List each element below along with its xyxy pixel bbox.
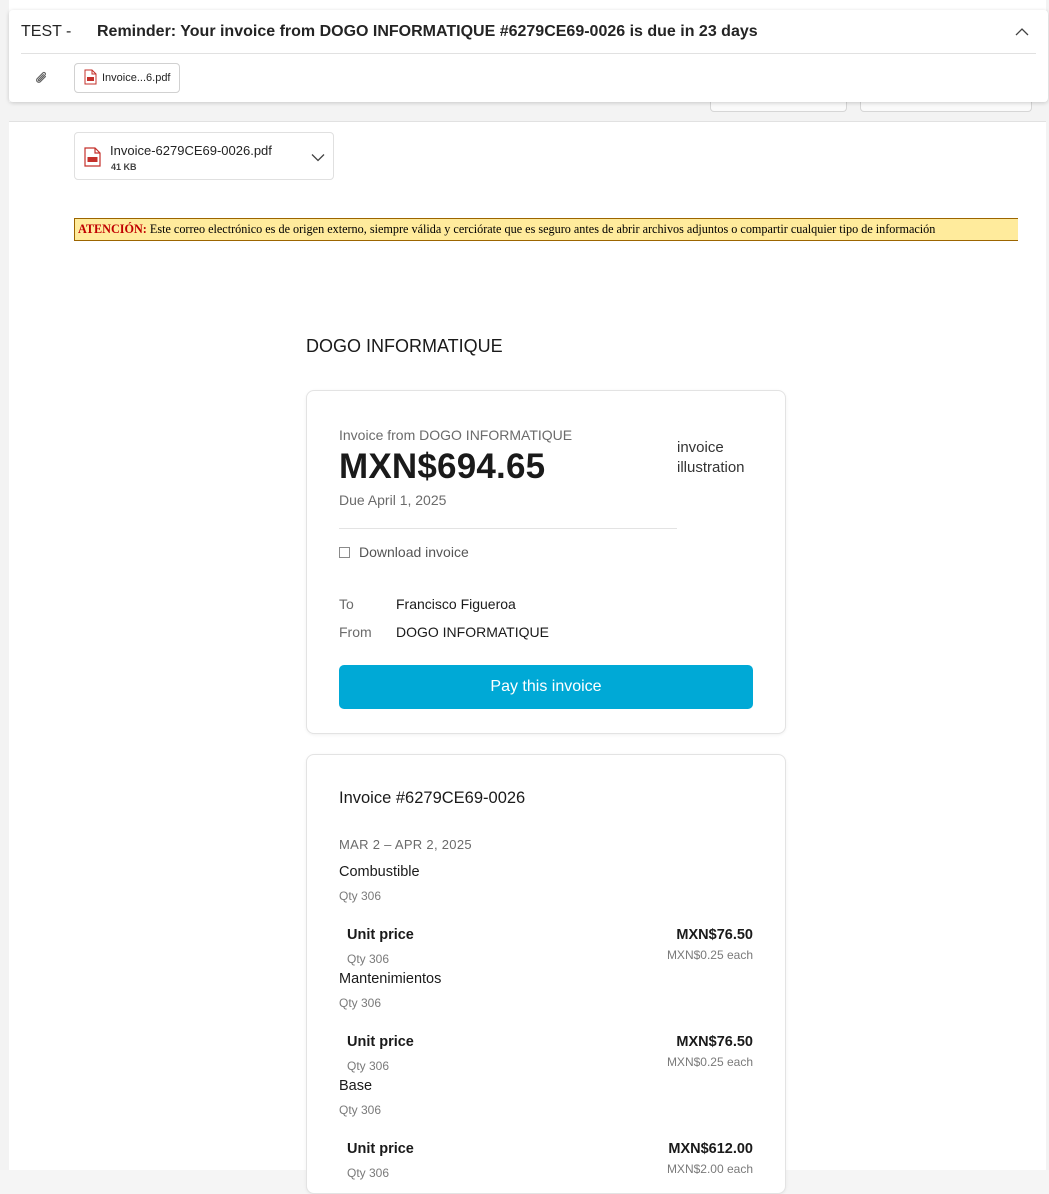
line-item: Combustible Qty 306 (339, 864, 753, 903)
unit-price-each: MXN$2.00 each (666, 1162, 753, 1176)
line-item-name: Combustible (339, 864, 420, 880)
line-item-name: Base (339, 1078, 373, 1094)
paperclip-icon (21, 70, 63, 86)
warning-text: Este correo electrónico es de origen ext… (146, 222, 936, 236)
unit-price-each: MXN$0.25 each (666, 948, 753, 962)
due-date: Due April 1, 2025 (339, 492, 447, 508)
attachment-size: 41 KB (111, 162, 137, 172)
left-rail (0, 0, 9, 1170)
hidden-toolbar-button[interactable] (860, 102, 1032, 112)
warning-label: ATENCIÓN: (78, 222, 147, 236)
email-reading-pane: TEST - Reminder: Your invoice from DOGO … (0, 0, 1049, 1194)
invoice-summary-card: Invoice from DOGO INFORMATIQUE MXN$694.6… (306, 390, 786, 734)
invoice-from-line: Invoice from DOGO INFORMATIQUE (339, 427, 573, 443)
line-item-amount: MXN$76.50 (676, 1034, 753, 1050)
invoice-number: Invoice #6279CE69-0026 (339, 789, 526, 807)
external-email-warning: ATENCIÓN: Este correo electrónico es de … (74, 218, 1018, 241)
line-item-amount: MXN$612.00 (668, 1141, 753, 1157)
line-item-amount: MXN$76.50 (676, 927, 753, 943)
attachment-filename: Invoice-6279CE69-0026.pdf (110, 143, 272, 158)
subject-row: TEST - Reminder: Your invoice from DOGO … (21, 10, 1036, 54)
attachment-chip[interactable]: Invoice...6.pdf (74, 63, 180, 93)
from-row: From DOGO INFORMATIQUE (339, 624, 549, 640)
collapse-chevron-up-icon[interactable] (1012, 22, 1032, 42)
unit-price-each: MXN$0.25 each (666, 1055, 753, 1069)
unit-price-row: Unit price Qty 306 MXN$76.50 MXN$0.25 ea… (347, 927, 753, 966)
invoice-illustration-broken-image: invoice illustration (677, 438, 767, 478)
invoice-details-card: Invoice #6279CE69-0026 MAR 2 – APR 2, 20… (306, 754, 786, 1194)
attachment-row: Invoice...6.pdf (21, 63, 180, 93)
to-value: Francisco Figueroa (396, 596, 516, 612)
unit-price-row: Unit price Qty 306 MXN$76.50 MXN$0.25 ea… (347, 1034, 753, 1073)
to-label: To (339, 596, 354, 612)
message-header: TEST - Reminder: Your invoice from DOGO … (9, 10, 1048, 102)
message-subject: Reminder: Your invoice from DOGO INFORMA… (97, 22, 758, 40)
from-value: DOGO INFORMATIQUE (396, 624, 549, 640)
illustration-alt-text: invoice illustration (677, 439, 745, 476)
unit-price-row: Unit price Qty 306 MXN$612.00 MXN$2.00 e… (347, 1141, 753, 1180)
invoice-amount: MXN$694.65 (339, 447, 546, 486)
billing-period: MAR 2 – APR 2, 2025 (339, 837, 472, 852)
download-icon-placeholder (339, 546, 350, 558)
line-item: Mantenimientos Qty 306 (339, 971, 753, 1010)
pdf-file-icon (84, 147, 101, 172)
download-invoice-link[interactable]: Download invoice (339, 544, 469, 560)
line-item-qty: Qty 306 (339, 996, 382, 1010)
pay-invoice-button[interactable]: Pay this invoice (339, 665, 753, 709)
toolbar-band (9, 102, 1046, 122)
from-label: From (339, 624, 372, 640)
pdf-file-icon (84, 69, 97, 88)
line-item-qty: Qty 306 (339, 1103, 382, 1117)
attachment-card[interactable]: Invoice-6279CE69-0026.pdf 41 KB (74, 132, 334, 180)
hidden-toolbar-button[interactable] (710, 102, 847, 112)
subject-tag: TEST - (21, 22, 72, 40)
merchant-name: DOGO INFORMATIQUE (306, 336, 503, 356)
attachment-chip-label: Invoice...6.pdf (102, 72, 171, 84)
to-row: To Francisco Figueroa (339, 596, 516, 612)
download-invoice-label: Download invoice (359, 544, 469, 560)
divider (339, 528, 677, 529)
line-item: Base Qty 306 (339, 1078, 753, 1117)
chevron-down-icon[interactable] (311, 149, 325, 167)
line-item-qty: Qty 306 (339, 889, 382, 903)
line-item-name: Mantenimientos (339, 971, 442, 987)
